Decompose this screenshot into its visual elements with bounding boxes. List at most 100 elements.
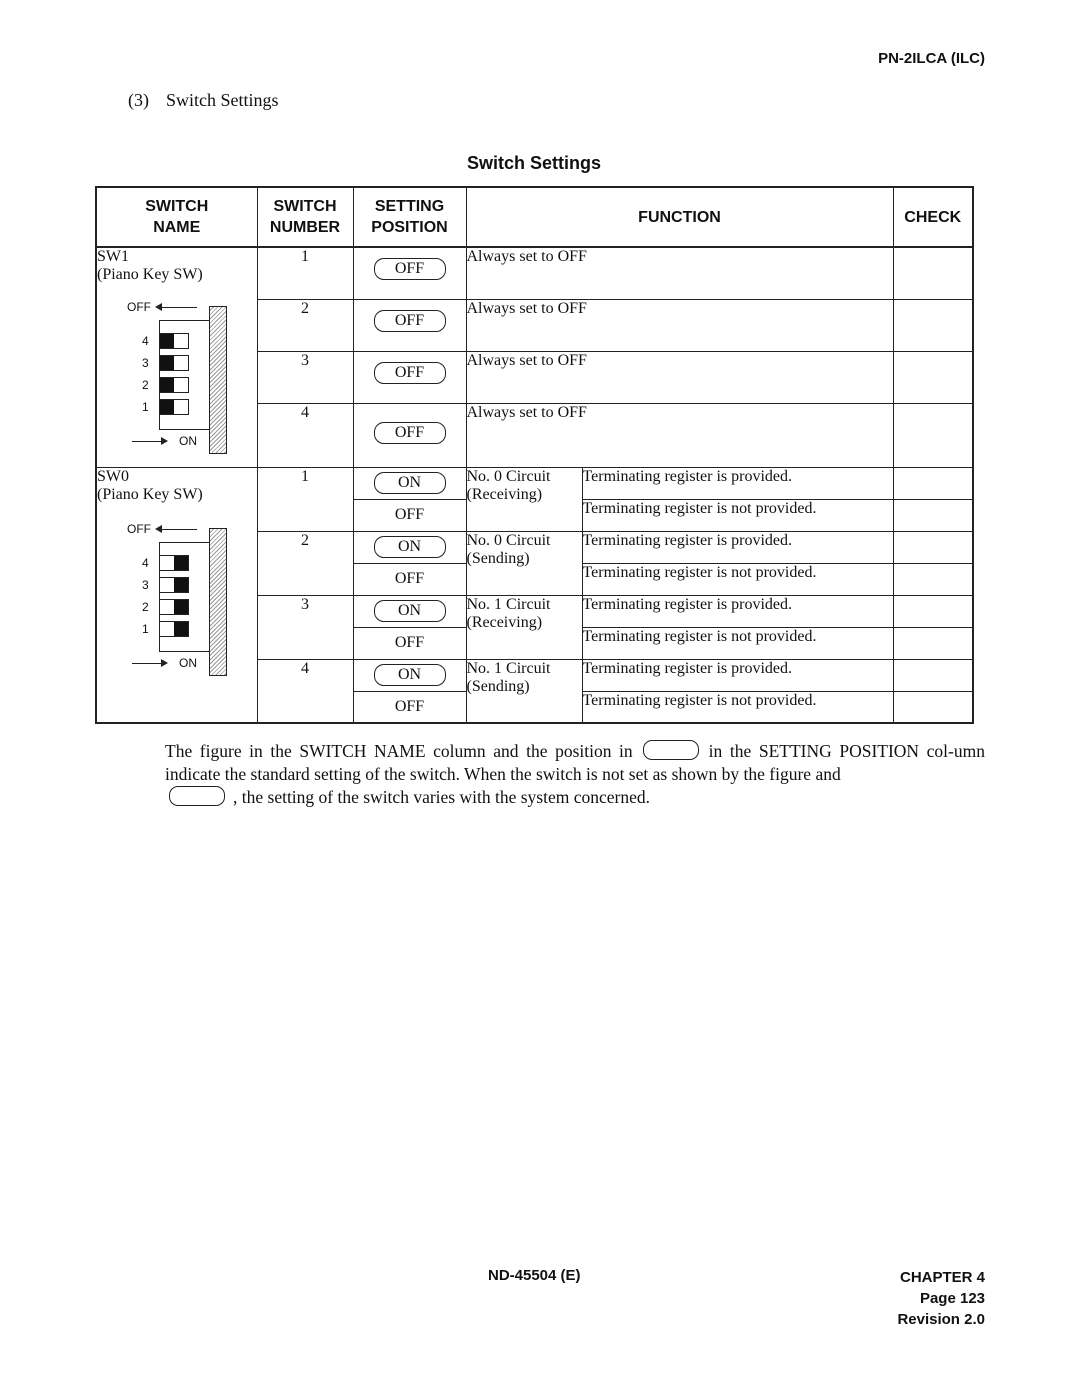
dip-key-on: [159, 598, 189, 615]
arrow-left-icon: [155, 303, 197, 311]
footer-revision: Revision 2.0: [897, 1311, 985, 1328]
setting-position: ON: [352, 530, 467, 564]
standard-position-pill: OFF: [373, 309, 446, 332]
check-cell[interactable]: [892, 402, 974, 468]
standard-position-pill: OFF: [373, 421, 446, 444]
setting-position: ON: [352, 466, 467, 500]
setting-position: OFF: [352, 298, 467, 352]
explanatory-note: The figure in the SWITCH NAME column and…: [165, 740, 985, 807]
circuit-label: No. 0 Circuit (Sending): [465, 530, 583, 596]
switch-name-cell-sw0: SW0 (Piano Key SW) OFF 4 3 2 1 ON: [95, 466, 258, 724]
table-row: SW1 (Piano Key SW) OFF 4 3 2 1 ON 1 OFF …: [95, 246, 974, 468]
switch-number: 1: [256, 466, 354, 532]
position-value: OFF: [394, 505, 425, 523]
dip-key-on: [159, 554, 189, 571]
section-heading: (3) Switch Settings: [128, 90, 279, 111]
standard-position-pill: OFF: [373, 258, 446, 280]
check-cell[interactable]: [892, 658, 974, 692]
switch-name: SW1: [97, 248, 129, 265]
header-switch-number: SWITCH NUMBER: [256, 186, 354, 248]
footer-page: Page 123: [919, 1290, 985, 1307]
circuit-label: No. 1 Circuit (Receiving): [465, 594, 583, 660]
function-text: Terminating register is provided.: [581, 466, 894, 500]
dip-key-off: [159, 399, 189, 415]
switch-number: 2: [256, 298, 354, 352]
rounded-box-symbol: [169, 786, 225, 806]
check-cell[interactable]: [892, 562, 974, 596]
setting-position: ON: [352, 594, 467, 628]
function-text: Terminating register is provided.: [581, 658, 894, 692]
setting-position: OFF: [352, 246, 467, 300]
check-cell[interactable]: [892, 498, 974, 532]
setting-position: OFF: [352, 498, 467, 532]
rounded-box-symbol: [642, 740, 699, 760]
function-text: Terminating register is not provided.: [581, 690, 894, 724]
switch-name: SW0: [97, 467, 129, 485]
switch-type: (Piano Key SW): [97, 266, 203, 283]
setting-position: OFF: [352, 690, 467, 724]
table-title: Switch Settings: [466, 153, 601, 173]
switch-settings-table: SWITCH NAME SWITCH NUMBER SETTING POSITION …: [95, 186, 974, 724]
check-cell[interactable]: [892, 246, 974, 300]
setting-position: ON: [352, 658, 467, 692]
dip-switch-figure-sw0: OFF 4 3 2 1 ON: [127, 522, 257, 682]
document-code: PN-2ILCA (ILC): [878, 50, 985, 67]
arrow-left-icon: [155, 524, 197, 533]
header-setting-position: SETTING POSITION: [352, 186, 467, 248]
dip-key-off: [159, 355, 189, 371]
standard-position-pill: ON: [373, 663, 446, 686]
function-text: Terminating register is not provided.: [581, 498, 894, 532]
setting-position: OFF: [352, 350, 467, 404]
check-cell[interactable]: [892, 690, 974, 724]
footer-page-info: CHAPTER 4 Page 123 Revision 2.0: [897, 1267, 985, 1330]
setting-position: OFF: [352, 626, 467, 660]
dip-key-off: [159, 333, 189, 349]
switch-number: 3: [256, 350, 354, 404]
on-label: ON: [179, 655, 197, 670]
switch-number: 4: [256, 658, 354, 724]
standard-position-pill: OFF: [373, 361, 446, 384]
circuit-label: No. 0 Circuit (Receiving): [465, 466, 583, 532]
dip-key-on: [159, 576, 189, 593]
mounting-bracket-hatch: [209, 306, 227, 454]
function-text: Terminating register is provided.: [581, 594, 894, 628]
switch-name-cell-sw1: SW1 (Piano Key SW) OFF 4 3 2 1 ON: [95, 246, 258, 468]
function-text: Terminating register is provided.: [581, 530, 894, 564]
switch-type: (Piano Key SW): [97, 485, 203, 503]
check-cell[interactable]: [892, 350, 974, 404]
position-value: OFF: [394, 697, 425, 715]
section-number: (3): [128, 90, 149, 110]
function-text: Always set to OFF: [465, 246, 894, 300]
position-value: OFF: [394, 569, 425, 587]
section-title: Switch Settings: [166, 90, 279, 110]
dip-key-off: [159, 377, 189, 393]
check-cell[interactable]: [892, 530, 974, 564]
circuit-label: No. 1 Circuit (Sending): [465, 658, 583, 724]
setting-position: OFF: [352, 562, 467, 596]
header-function: FUNCTION: [465, 186, 894, 248]
footer-document-number: ND-45504 (E): [488, 1267, 581, 1284]
arrow-right-icon: [132, 437, 168, 445]
check-cell[interactable]: [892, 594, 974, 628]
arrow-right-icon: [132, 658, 168, 667]
mounting-bracket-hatch: [209, 527, 227, 676]
function-text: Always set to OFF: [465, 350, 894, 404]
table-row: SW0 (Piano Key SW) OFF 4 3 2 1 ON 1 ON N…: [95, 466, 974, 724]
switch-number: 2: [256, 530, 354, 596]
setting-position: OFF: [352, 402, 467, 468]
header-check: CHECK: [892, 186, 974, 248]
footer-chapter: CHAPTER 4: [899, 1269, 985, 1286]
header-switch-name: SWITCH NAME: [95, 186, 258, 248]
check-cell[interactable]: [892, 298, 974, 352]
switch-number: 1: [256, 246, 354, 300]
dip-key-on: [159, 620, 189, 637]
function-text: Always set to OFF: [465, 298, 894, 352]
standard-position-pill: ON: [373, 535, 446, 558]
standard-position-pill: ON: [373, 471, 446, 494]
check-cell[interactable]: [892, 626, 974, 660]
off-label: OFF: [127, 521, 151, 536]
standard-position-pill: ON: [373, 599, 446, 622]
function-text: Terminating register is not provided.: [581, 626, 894, 660]
check-cell[interactable]: [892, 466, 974, 500]
table-header-row: SWITCH NAME SWITCH NUMBER SETTING POSITION …: [95, 186, 974, 248]
